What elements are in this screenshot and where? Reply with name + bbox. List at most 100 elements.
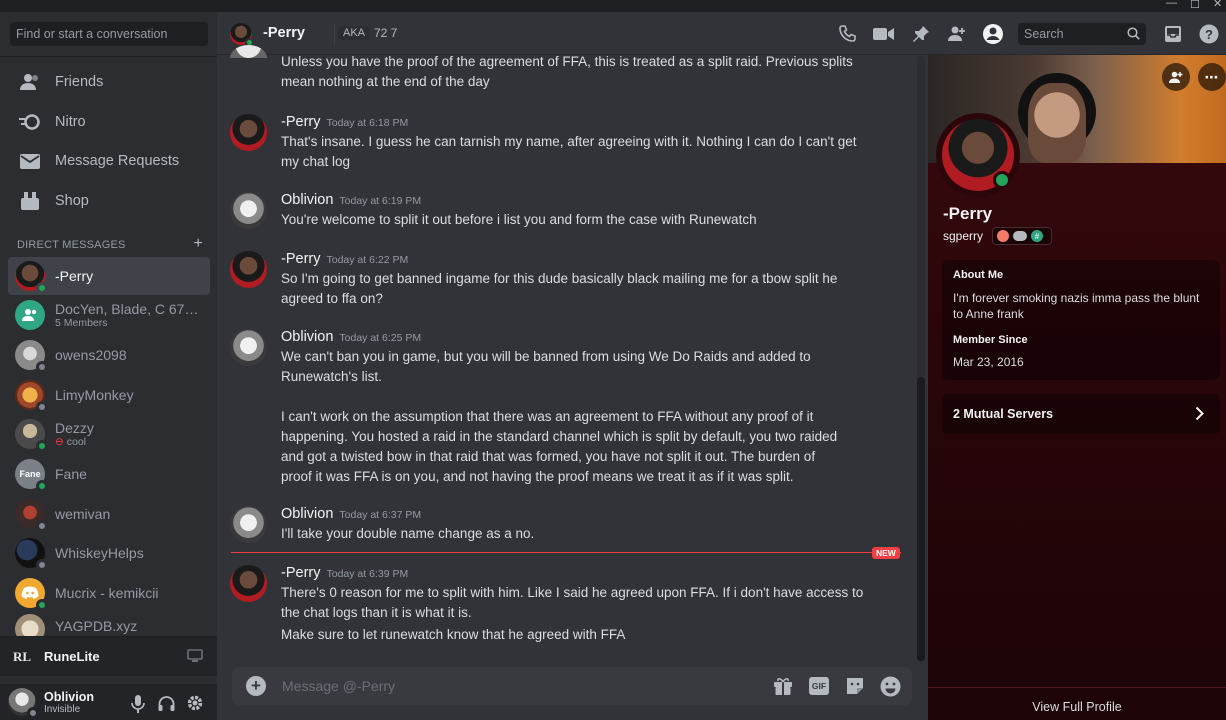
message-header: Oblivion Today at 6:19 PM [281,192,421,208]
message-header: -Perry Today at 6:22 PM [281,251,408,267]
dm-item-yagpdb[interactable]: YAGPDB.xyz [8,610,210,636]
dm-sidebar: Find or start a conversation Friends Nit… [0,12,217,720]
attach-plus-icon[interactable]: + [246,676,266,696]
conversation-search-input[interactable]: Find or start a conversation [10,22,208,46]
online-status-icon [36,282,48,294]
maximize-icon[interactable]: ☐ [1190,0,1200,11]
app-name: RuneLite [44,649,100,664]
gift-icon[interactable] [773,676,793,701]
author-name[interactable]: Oblivion [281,506,333,522]
nav-shop[interactable]: Shop [8,182,210,220]
active-developer-badge-icon[interactable]: # [1031,230,1043,242]
avatar[interactable] [230,251,267,288]
close-icon[interactable]: ✕ [1213,0,1222,10]
avatar [15,614,45,636]
screen-share-icon[interactable] [187,649,203,668]
dm-name: Mucrix - kemikcii [55,585,159,601]
author-name[interactable]: Oblivion [281,192,333,208]
emoji-icon[interactable] [880,676,901,702]
invisible-status-icon [27,707,39,719]
envelope-icon [18,150,42,172]
member-since-date: Mar 23, 2016 [953,355,1024,369]
about-card: About Me I'm forever smoking nazis imma … [942,260,1220,380]
chat-scrollbar-thumb[interactable] [917,377,925,661]
avatar [15,419,48,452]
group-icon [22,309,37,321]
dm-name: owens2098 [55,347,127,363]
help-icon[interactable]: ? [1197,22,1221,46]
author-name[interactable]: Oblivion [281,329,333,345]
avatar[interactable] [230,114,267,151]
header-search-input[interactable]: Search [1018,23,1146,45]
dm-name: Dezzy [55,420,94,436]
dm-item-owens2098[interactable]: owens2098 [8,336,210,374]
message-text: That's insane. I guess he can tarnish my… [281,134,857,169]
dm-item-mucrix[interactable]: Mucrix - kemikcii [8,574,210,612]
avatar[interactable] [230,192,267,229]
avatar[interactable] [230,506,267,543]
user-panel: Oblivion Invisible [0,684,217,720]
pin-icon[interactable] [909,22,933,46]
nav-label: Message Requests [55,153,180,169]
timestamp: Today at 6:37 PM [339,509,422,521]
inbox-icon[interactable] [1161,22,1185,46]
dm-name: WhiskeyHelps [55,545,144,561]
nav-message-requests[interactable]: Message Requests [8,142,210,180]
author-name[interactable]: -Perry [281,565,320,581]
member-since-title: Member Since [953,334,1028,346]
create-dm-button[interactable]: + [193,235,203,253]
sticker-icon[interactable] [845,676,865,701]
dm-item-wemivan[interactable]: wemivan [8,495,210,533]
video-call-icon[interactable] [872,22,896,46]
avatar: Fane [15,459,48,492]
dm-item-limymonkey[interactable]: LimyMonkey [8,376,210,414]
message-input[interactable]: Message @-Perry [282,678,395,694]
offline-status-icon [36,520,48,532]
timestamp: Today at 6:25 PM [339,332,422,344]
dm-item-whiskeyhelps[interactable]: WhiskeyHelps [8,534,210,572]
avatar[interactable] [230,565,267,602]
user-avatar[interactable] [8,688,39,719]
dm-item-group[interactable]: DocYen, Blade, C 678, ... 5 Members [8,296,210,334]
message-composer: + Message @-Perry GIF [232,667,912,705]
search-icon [1127,27,1140,43]
microphone-icon[interactable] [131,695,145,718]
group-avatar [15,300,45,330]
nav-label: Shop [55,193,89,209]
online-status-icon [36,440,48,452]
voice-call-icon[interactable] [836,22,860,46]
runelite-activity-bar[interactable]: RL RuneLite [0,636,217,676]
dm-item-dezzy[interactable]: Dezzy ⊖ cool [8,415,210,453]
add-friends-to-dm-icon[interactable] [945,22,969,46]
dm-item-fane[interactable]: Fane Fane [8,455,210,493]
nav-label: Friends [55,74,104,90]
add-friend-icon[interactable] [1162,63,1190,91]
avatar-text: Fane [19,469,41,479]
avatar [15,380,48,413]
dm-name: LimyMonkey [55,387,134,403]
nav-friends[interactable]: Friends [8,63,210,101]
more-options-icon[interactable]: ⋯ [1198,63,1226,91]
discord-logo-icon [21,586,39,599]
shop-icon [18,190,42,212]
headphones-icon[interactable] [158,696,175,717]
avatar[interactable] [230,329,267,366]
mutual-servers-row[interactable]: 2 Mutual Servers [942,394,1220,434]
settings-gear-icon[interactable] [186,694,204,717]
gif-icon[interactable]: GIF [809,677,829,695]
author-name[interactable]: -Perry [281,114,320,130]
avatar [15,261,48,294]
avatar [15,538,48,571]
header-avatar [230,23,254,47]
online-status-icon [993,171,1011,189]
author-name[interactable]: -Perry [281,251,320,267]
view-full-profile-link[interactable]: View Full Profile [928,700,1226,714]
hypesquad-badge-icon[interactable] [997,230,1009,242]
dm-item-perry[interactable]: -Perry [8,257,210,295]
nav-nitro[interactable]: Nitro [8,103,210,141]
dm-name: -Perry [55,268,94,284]
minimize-icon[interactable]: — [1166,0,1177,9]
user-profile-toggle-icon[interactable] [981,22,1005,46]
nitro-badge-icon[interactable] [1013,231,1027,241]
divider [928,687,1226,688]
